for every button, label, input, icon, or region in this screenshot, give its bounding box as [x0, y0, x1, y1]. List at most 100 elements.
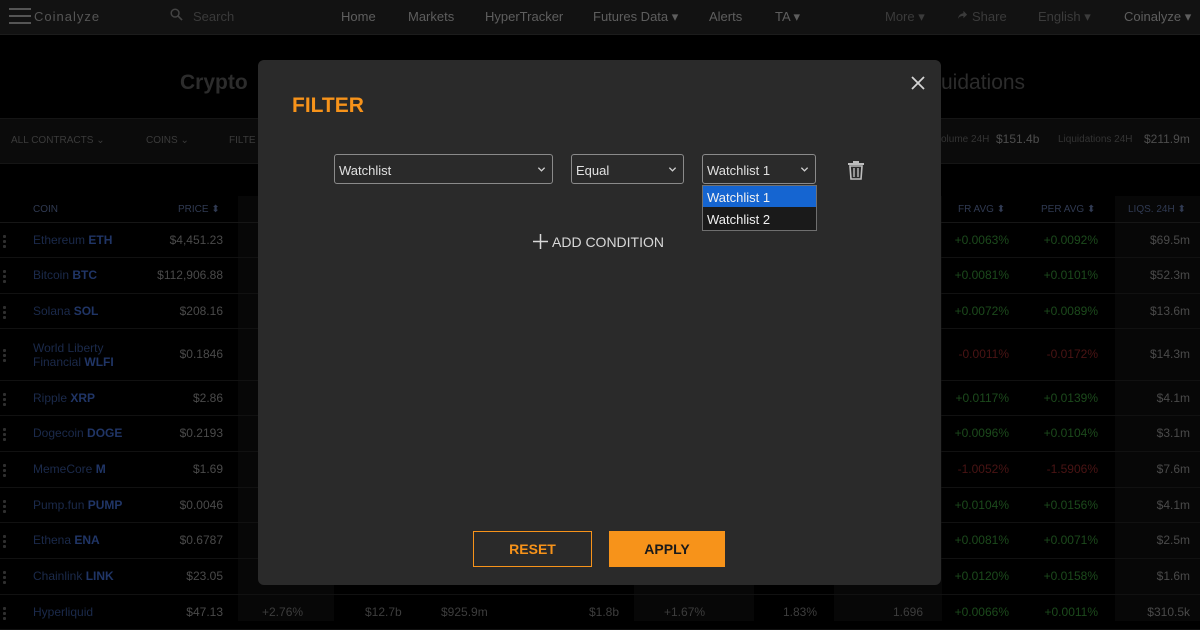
row-menu-icon[interactable] — [3, 535, 6, 550]
nav-language[interactable]: English ▾ — [1038, 9, 1091, 25]
predicted-rate-avg: +0.0071% — [1043, 533, 1098, 547]
funding-rate-avg: +0.0066% — [954, 605, 1009, 619]
coin-name[interactable]: Pump.fun PUMP — [33, 498, 122, 512]
dropdown-option-watchlist-1[interactable]: Watchlist 1 — [703, 186, 816, 207]
coins-dropdown[interactable]: COINS ⌄ — [146, 135, 189, 146]
coin-name[interactable]: Ripple XRP — [33, 391, 95, 405]
predicted-rate-avg: +0.0139% — [1043, 391, 1098, 405]
header-fr-avg[interactable]: FR AVG ⬍ — [958, 204, 1005, 215]
volume-value: $151.4b — [996, 132, 1040, 146]
nav-markets[interactable]: Markets — [408, 9, 454, 24]
header-per-avg[interactable]: PER AVG ⬍ — [1041, 204, 1095, 215]
coin-price: $4,451.23 — [169, 233, 223, 247]
operator-select[interactable]: Equal — [571, 154, 684, 184]
table-cell: 1.83% — [783, 605, 818, 619]
liquidations-24h: $310.5k — [1147, 605, 1190, 619]
predicted-rate-avg: +0.0011% — [1044, 605, 1099, 619]
liquidations-24h: $7.6m — [1156, 462, 1190, 476]
nav-futures-data[interactable]: Futures Data ▾ — [593, 9, 678, 25]
predicted-rate-avg: +0.0089% — [1043, 304, 1098, 318]
dropdown-option-watchlist-2[interactable]: Watchlist 2 — [703, 208, 816, 229]
row-menu-icon[interactable] — [3, 464, 6, 479]
row-menu-icon[interactable] — [3, 500, 6, 515]
nav-more[interactable]: More ▾ — [885, 9, 925, 25]
coin-price: $2.86 — [192, 391, 223, 405]
field-select[interactable]: Watchlist — [334, 154, 553, 184]
coin-price: $0.0046 — [179, 498, 223, 512]
close-icon[interactable] — [908, 73, 928, 93]
row-menu-icon[interactable] — [3, 571, 6, 586]
apply-button[interactable]: APPLY — [609, 531, 725, 567]
liquidations-24h: $14.3m — [1149, 347, 1190, 361]
row-menu-icon[interactable] — [3, 393, 6, 408]
coin-name[interactable]: Ethena ENA — [33, 533, 100, 547]
liquidations-value: $211.9m — [1144, 132, 1190, 146]
coin-price: $0.2193 — [179, 426, 223, 440]
coin-name[interactable]: World Liberty Financial WLFI — [33, 341, 153, 369]
funding-rate-avg: +0.0104% — [954, 498, 1009, 512]
plus-icon — [533, 234, 548, 249]
coin-price: $0.6787 — [179, 533, 223, 547]
header-price[interactable]: PRICE ⬍ — [178, 204, 220, 215]
coin-name[interactable]: Ethereum ETH — [33, 233, 112, 247]
predicted-rate-avg: +0.0158% — [1043, 569, 1098, 583]
header-coin[interactable]: COIN — [33, 204, 58, 215]
coin-name[interactable]: Dogecoin DOGE — [33, 426, 122, 440]
header-liqs[interactable]: LIQS. 24H ⬍ — [1128, 204, 1186, 215]
row-menu-icon[interactable] — [3, 235, 6, 250]
funding-rate-avg: +0.0120% — [954, 569, 1009, 583]
coin-name[interactable]: Solana SOL — [33, 304, 98, 318]
coin-price: $1.69 — [192, 462, 223, 476]
value-select[interactable]: Watchlist 1 — [702, 154, 816, 184]
coin-price: $0.1846 — [179, 347, 223, 361]
coin-price: $47.13 — [186, 605, 223, 619]
coin-name[interactable]: Bitcoin BTC — [33, 268, 97, 282]
predicted-rate-avg: +0.0104% — [1043, 426, 1098, 440]
liquidations-24h: $4.1m — [1156, 391, 1190, 405]
reset-button[interactable]: RESET — [473, 531, 592, 567]
coin-name[interactable]: Hyperliquid — [33, 605, 93, 619]
liquidations-24h: $52.3m — [1149, 268, 1190, 282]
table-row[interactable]: Hyperliquid $47.13 +0.0066% +0.0011% $310.5… — [0, 594, 1200, 630]
funding-rate-avg: +0.0081% — [954, 533, 1009, 547]
search-input[interactable]: Search — [193, 9, 234, 24]
row-menu-icon[interactable] — [3, 607, 6, 622]
table-cell: $1.8b — [589, 605, 620, 619]
row-menu-icon[interactable] — [3, 349, 6, 364]
predicted-rate-avg: +0.0101% — [1043, 268, 1098, 282]
nav-home[interactable]: Home — [341, 9, 376, 24]
chevron-down-icon — [668, 167, 677, 172]
liquidations-label: Liquidations 24H — [1058, 134, 1133, 145]
row-menu-icon[interactable] — [3, 306, 6, 321]
page-title: Crypto — [180, 71, 248, 94]
all-contracts-dropdown[interactable]: ALL CONTRACTS ⌄ — [11, 135, 105, 146]
filter-button[interactable]: FILTE — [229, 135, 255, 146]
trash-icon[interactable] — [847, 160, 865, 180]
liquidations-24h: $69.5m — [1149, 233, 1190, 247]
liquidations-24h: $2.5m — [1156, 533, 1190, 547]
search-icon[interactable] — [170, 8, 183, 21]
top-nav: Coinalyze Search Home Markets HyperTrack… — [0, 0, 1200, 35]
row-menu-icon[interactable] — [3, 428, 6, 443]
nav-account[interactable]: Coinalyze ▾ — [1124, 9, 1191, 25]
predicted-rate-avg: -1.5906% — [1046, 462, 1098, 476]
table-cell: +1.67% — [664, 605, 706, 619]
liquidations-24h: $4.1m — [1156, 498, 1190, 512]
menu-icon[interactable] — [9, 8, 31, 26]
funding-rate-avg: -1.0052% — [957, 462, 1009, 476]
nav-share[interactable]: Share — [972, 9, 1007, 24]
nav-alerts[interactable]: Alerts — [709, 9, 742, 24]
table-cell: +2.76% — [262, 605, 304, 619]
predicted-rate-avg: +0.0092% — [1043, 233, 1098, 247]
row-menu-icon[interactable] — [3, 270, 6, 285]
nav-hypertracker[interactable]: HyperTracker — [485, 9, 563, 24]
coin-name[interactable]: Chainlink LINK — [33, 569, 114, 583]
page-title-tail: uidations — [941, 71, 1026, 94]
table-cell: 1.696 — [893, 605, 924, 619]
nav-ta[interactable]: TA ▾ — [775, 9, 800, 25]
share-icon — [957, 10, 968, 20]
coin-name[interactable]: MemeCore M — [33, 462, 106, 476]
coin-price: $112,906.88 — [157, 268, 223, 282]
funding-rate-avg: -0.0011% — [958, 347, 1009, 361]
logo[interactable]: Coinalyze — [34, 9, 100, 24]
